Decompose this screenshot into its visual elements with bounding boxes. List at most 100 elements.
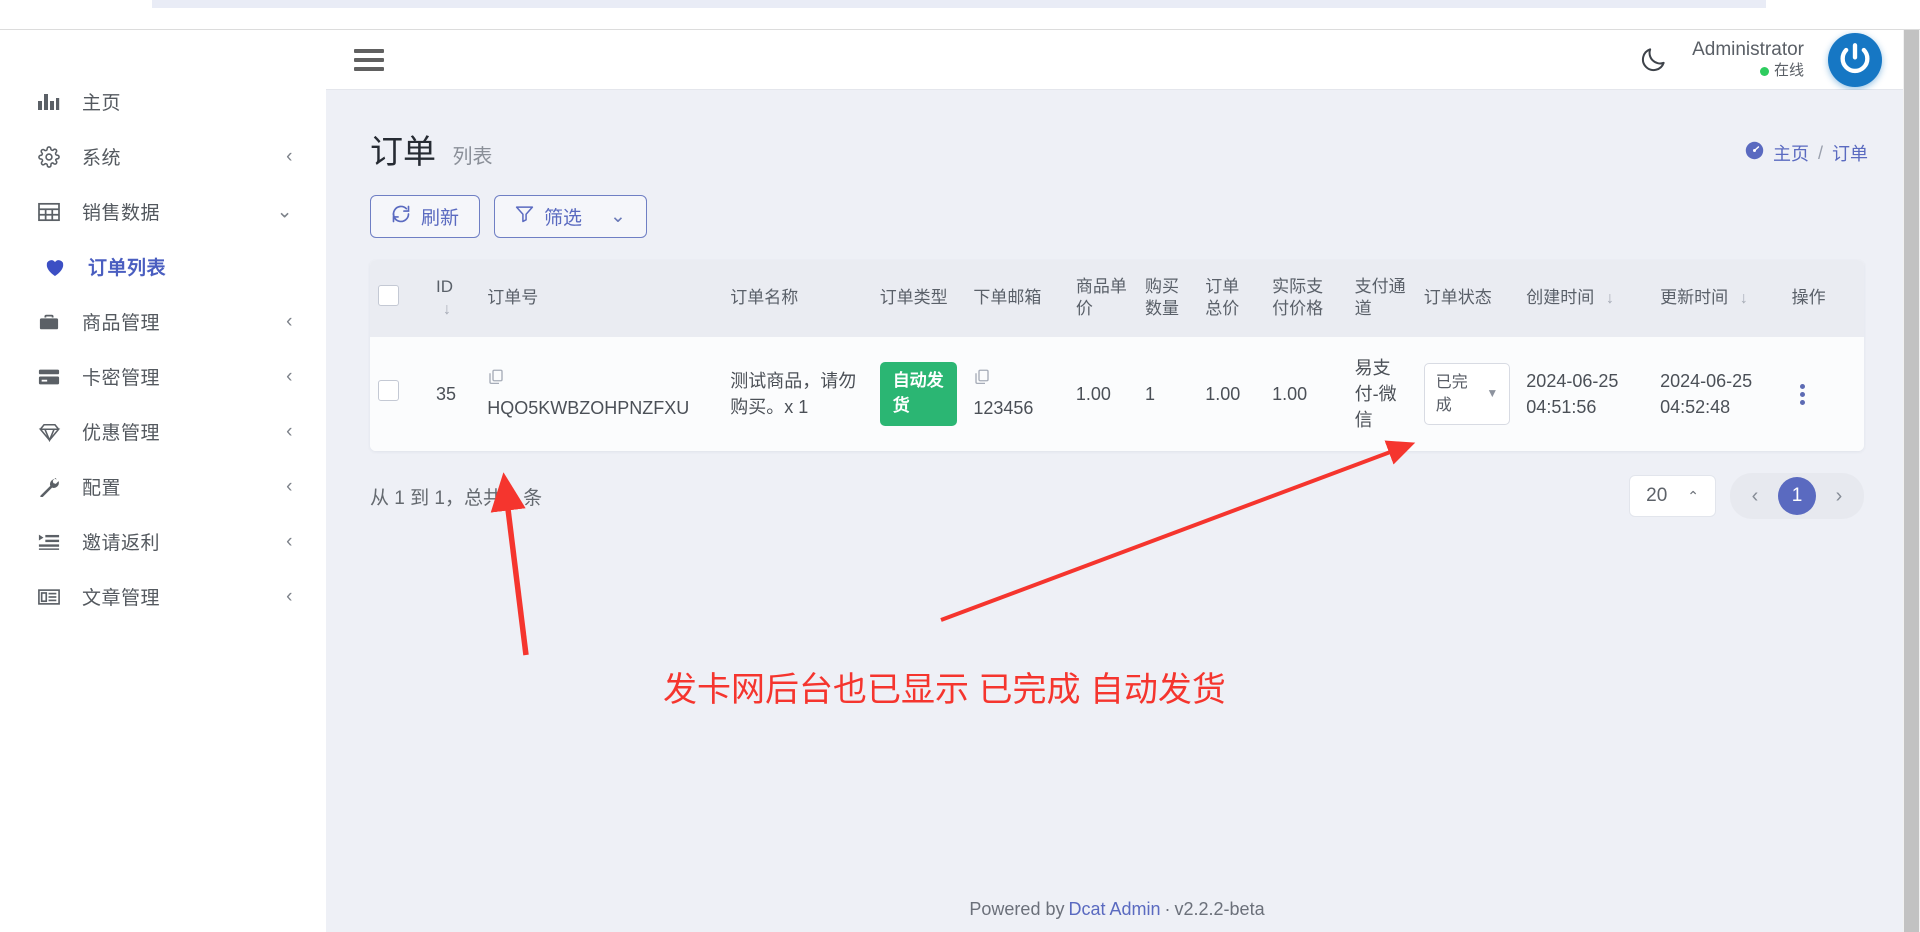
browser-tab-stub[interactable] [152,0,1766,8]
column-label: 更新时间 [1660,288,1729,308]
annotation-text: 发卡网后台也已显示 已完成 自动发货 [663,671,1226,709]
breadcrumb: 主页 / 订单 [1745,140,1868,173]
column-label: ID [435,277,453,296]
sidebar-item-product-management[interactable]: 商品管理 ‹ [0,294,326,349]
column-header-id[interactable]: ID ↓ [428,260,479,337]
sidebar-item-label: 配置 [82,478,122,499]
footer: Powered by Dcat Admin · v2.2.2-beta [326,886,1908,932]
moon-icon[interactable] [1638,45,1668,75]
cell-created-at: 2024-06-25 04:51:56 [1518,336,1653,452]
chevron-down-icon: ⌄ [276,201,293,222]
order-no-text: HQO5KWBZOHPNZFXU [487,398,690,419]
user-status: 在线 [1692,62,1804,81]
column-header-actions: 操作 [1784,260,1864,337]
main-content: 订单 列表 主页 / 订单 刷新 筛选 ⌄ ID ↓ 订单号 订单名称 订单类型… [326,90,1908,932]
column-header-created-at[interactable]: 创建时间 ↓ [1518,260,1652,337]
sidebar-item-label: 商品管理 [82,313,161,334]
hamburger-icon[interactable] [354,47,384,73]
column-label: 订单号 [487,288,539,308]
column-label: 下单邮箱 [973,288,1042,308]
sidebar-item-label: 系统 [82,148,122,169]
sidebar-item-article-management[interactable]: 文章管理 ‹ [0,569,326,624]
column-header-email: 下单邮箱 [965,260,1068,337]
copy-icon[interactable] [487,367,714,393]
sidebar-item-home[interactable]: 主页 [0,74,326,129]
refresh-button[interactable]: 刷新 [370,195,481,238]
credit-card-icon [34,365,64,389]
sidebar-item-sales-data[interactable]: 销售数据 ⌄ [0,184,326,239]
column-label: 购买数量 [1145,277,1180,319]
gear-icon [34,145,64,169]
prev-page-button[interactable]: ‹ [1736,477,1774,515]
column-header-updated-at[interactable]: 更新时间 ↓ [1652,260,1784,337]
hamburger-bar [354,57,384,62]
page-subtitle: 列表 [452,146,493,168]
cell-id: 35 [427,336,480,452]
sort-desc-icon: ↓ [442,301,451,319]
browser-chrome-strip [0,0,1920,30]
briefcase-icon [34,310,64,334]
footer-dot: · [1164,898,1171,919]
column-label: 支付通道 [1354,277,1406,319]
dot [1800,391,1806,397]
chevron-left-icon: ‹ [286,420,293,442]
table-row[interactable]: 35 HQO5KWBZOHPNZFXU 测试商品，请勿购买。x 1 自动发货 1… [370,336,1864,452]
dashboard-icon [1745,141,1764,165]
order-status-select[interactable]: 已完成 ▼ [1423,362,1511,426]
sidebar-item-card-management[interactable]: 卡密管理 ‹ [0,349,326,404]
pager: ‹ 1 › [1730,473,1864,520]
sidebar-item-order-list[interactable]: 订单列表 [0,239,326,294]
refresh-label: 刷新 [421,208,460,229]
cell-order-type: 自动发货 [871,336,966,452]
column-label: 订单名称 [730,288,799,308]
page-button-1[interactable]: 1 [1778,477,1816,516]
cell-unit-price: 1.00 [1067,336,1138,452]
cell-paid-price: 1.00 [1264,336,1347,452]
breadcrumb-home[interactable]: 主页 [1773,140,1809,166]
diamond-icon [34,420,64,444]
column-header-quantity: 购买数量 [1137,260,1197,337]
page-size-select[interactable]: 20 ⌃ [1629,475,1716,518]
page-title: 订单 [370,133,436,170]
sort-desc-icon: ↓ [1739,290,1748,308]
filter-label: 筛选 [544,208,583,229]
chevron-left-icon: ‹ [286,310,293,332]
sidebar-nav-list: 主页 系统 ‹ 销售数据 ⌄ 订单列表 商品管理 ‹ 卡密管理 ‹ 优惠管理 ‹… [0,30,326,624]
page-scrollbar[interactable] [1903,30,1920,932]
footer-brand-link[interactable]: Dcat Admin [1068,899,1160,920]
hamburger-bar [354,66,384,71]
hamburger-bar [354,48,384,53]
chevron-left-icon: ‹ [286,475,293,497]
sidebar-item-system[interactable]: 系统 ‹ [0,129,326,184]
vertical-dots-icon[interactable] [1792,383,1814,405]
sidebar-item-label: 邀请返利 [82,533,161,554]
sidebar-item-discount-management[interactable]: 优惠管理 ‹ [0,404,326,459]
chevron-left-icon: ‹ [286,530,293,552]
sidebar-item-config[interactable]: 配置 ‹ [0,459,326,514]
breadcrumb-separator: / [1817,142,1823,163]
email-text: 123456 [973,398,1034,419]
avatar[interactable] [1828,32,1882,87]
cell-pay-channel: 易支付-微信 [1346,336,1416,452]
checkbox-icon[interactable] [378,284,399,306]
wrench-icon [34,475,64,499]
sidebar-item-label: 文章管理 [82,588,161,609]
app-shell: 主页 系统 ‹ 销售数据 ⌄ 订单列表 商品管理 ‹ 卡密管理 ‹ 优惠管理 ‹… [0,30,1908,932]
filter-button[interactable]: 筛选 ⌄ [494,195,647,238]
next-page-button[interactable]: › [1820,477,1858,515]
scrollbar-thumb[interactable] [1904,30,1919,932]
chevron-down-icon: ⌄ [610,206,626,227]
footer-prefix: Powered by [969,898,1065,919]
cell-updated-at: 2024-06-25 04:52:48 [1652,336,1784,452]
page-size-value: 20 [1646,485,1668,507]
topbar: Administrator 在线 [326,30,1908,90]
sidebar-item-label: 销售数据 [82,203,161,224]
checkbox-icon[interactable] [378,379,399,401]
user-info[interactable]: Administrator 在线 [1692,38,1804,81]
copy-icon[interactable] [973,367,1060,393]
user-status-label: 在线 [1773,62,1804,79]
column-header-order-status: 订单状态 [1416,260,1519,337]
dot [1800,399,1806,405]
sidebar-item-invite-rebate[interactable]: 邀请返利 ‹ [0,514,326,569]
column-label: 订单状态 [1423,288,1492,308]
